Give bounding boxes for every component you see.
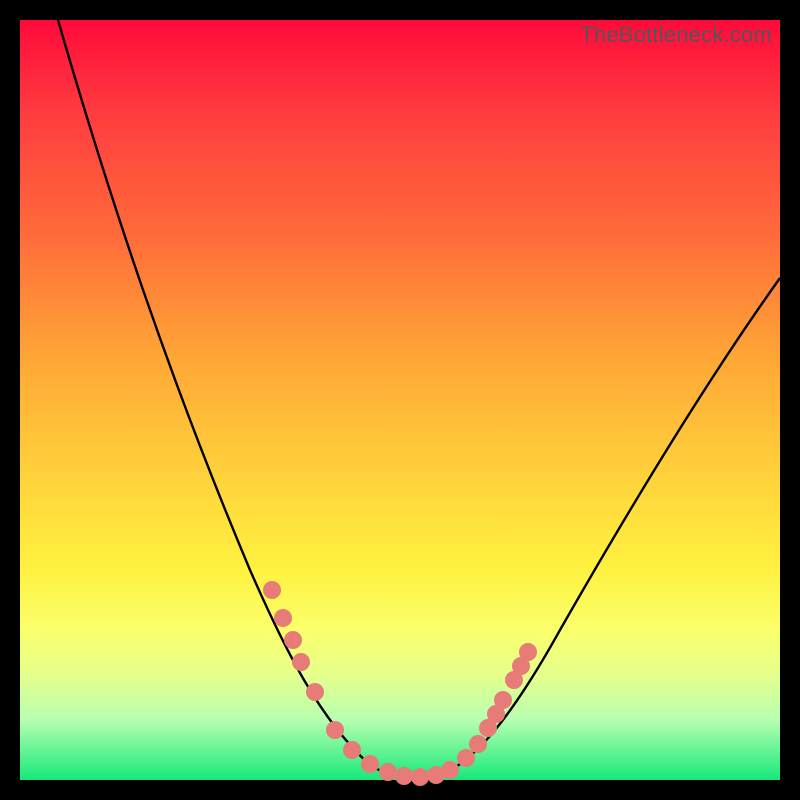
highlight-dots (263, 581, 537, 786)
bottleneck-curve (58, 20, 780, 778)
chart-frame: TheBottleneck.com (20, 20, 780, 780)
watermark-text: TheBottleneck.com (580, 22, 772, 48)
chart-svg (20, 20, 780, 780)
